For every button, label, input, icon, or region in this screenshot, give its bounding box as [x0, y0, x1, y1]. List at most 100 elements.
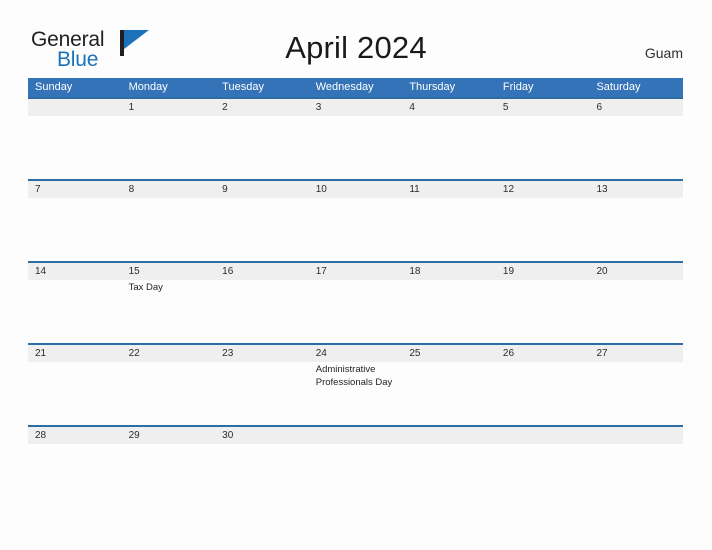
week-date-band: 1 2 3 4 5 6 [28, 99, 683, 116]
day-number[interactable]: 11 [402, 181, 496, 198]
day-number[interactable]: 5 [496, 99, 590, 116]
day-number[interactable] [496, 427, 590, 444]
day-cell[interactable] [309, 198, 403, 261]
day-cell[interactable] [28, 116, 122, 179]
day-number[interactable]: 29 [122, 427, 216, 444]
day-cell[interactable] [215, 116, 309, 179]
day-number[interactable]: 12 [496, 181, 590, 198]
day-cell[interactable] [28, 444, 122, 507]
weekday-header-thursday: Thursday [409, 81, 456, 93]
day-number[interactable]: 4 [402, 99, 496, 116]
day-number[interactable] [28, 99, 122, 116]
day-cell[interactable] [309, 280, 403, 343]
week-date-band: 14 15 16 17 18 19 20 [28, 263, 683, 280]
day-number[interactable]: 25 [402, 345, 496, 362]
calendar-page: General Blue April 2024 Guam Sunday Mond… [0, 0, 712, 550]
day-cell[interactable] [496, 362, 590, 425]
day-number[interactable] [589, 427, 683, 444]
week-event-band: Tax Day [28, 280, 683, 343]
week-row: 28 29 30 [28, 425, 683, 507]
weekday-header-sunday: Sunday [35, 81, 73, 93]
day-number[interactable]: 13 [589, 181, 683, 198]
day-cell[interactable] [215, 280, 309, 343]
week-event-band: Administrative Professionals Day [28, 362, 683, 425]
day-number[interactable]: 26 [496, 345, 590, 362]
weekday-header-saturday: Saturday [596, 81, 641, 93]
day-number[interactable]: 21 [28, 345, 122, 362]
day-number[interactable]: 9 [215, 181, 309, 198]
day-number[interactable]: 16 [215, 263, 309, 280]
day-cell[interactable] [122, 444, 216, 507]
week-event-band [28, 198, 683, 261]
week-event-band [28, 116, 683, 179]
day-cell[interactable] [28, 362, 122, 425]
day-cell[interactable] [122, 116, 216, 179]
day-number[interactable]: 30 [215, 427, 309, 444]
page-title: April 2024 [285, 30, 427, 65]
day-cell[interactable] [28, 280, 122, 343]
page-header: General Blue April 2024 Guam [0, 0, 712, 78]
day-number[interactable]: 19 [496, 263, 590, 280]
day-cell[interactable] [28, 198, 122, 261]
week-row: 7 8 9 10 11 12 13 [28, 179, 683, 261]
day-cell[interactable] [496, 444, 590, 507]
day-cell[interactable] [309, 444, 403, 507]
day-number[interactable]: 14 [28, 263, 122, 280]
week-row: 1 2 3 4 5 6 [28, 97, 683, 179]
day-number[interactable] [402, 427, 496, 444]
day-number[interactable]: 15 [122, 263, 216, 280]
day-number[interactable]: 22 [122, 345, 216, 362]
day-cell[interactable] [589, 116, 683, 179]
day-cell[interactable] [215, 362, 309, 425]
weekday-header-row: Sunday Monday Tuesday Wednesday Thursday… [28, 78, 683, 97]
day-number[interactable]: 3 [309, 99, 403, 116]
day-cell[interactable] [215, 444, 309, 507]
day-number[interactable]: 23 [215, 345, 309, 362]
weekday-header-wednesday: Wednesday [315, 81, 374, 93]
day-number[interactable]: 2 [215, 99, 309, 116]
day-number[interactable]: 28 [28, 427, 122, 444]
day-number[interactable]: 18 [402, 263, 496, 280]
weekday-header-friday: Friday [502, 81, 534, 93]
week-date-band: 28 29 30 [28, 427, 683, 444]
day-cell[interactable] [589, 198, 683, 261]
weekday-header-monday: Monday [128, 81, 168, 93]
calendar-grid: Sunday Monday Tuesday Wednesday Thursday… [28, 78, 683, 507]
week-event-band [28, 444, 683, 507]
day-cell[interactable] [496, 280, 590, 343]
weekday-header-tuesday: Tuesday [222, 81, 264, 93]
day-cell[interactable] [496, 116, 590, 179]
day-number[interactable]: 27 [589, 345, 683, 362]
day-number[interactable]: 24 [309, 345, 403, 362]
day-number[interactable]: 17 [309, 263, 403, 280]
event-label: Administrative Professionals Day [315, 364, 393, 388]
day-number[interactable] [309, 427, 403, 444]
week-row: 14 15 16 17 18 19 20 Tax Day [28, 261, 683, 343]
day-cell[interactable] [589, 444, 683, 507]
day-number[interactable]: 7 [28, 181, 122, 198]
day-number[interactable]: 6 [589, 99, 683, 116]
day-number[interactable]: 10 [309, 181, 403, 198]
day-cell[interactable] [402, 444, 496, 507]
day-number[interactable]: 1 [122, 99, 216, 116]
day-number[interactable]: 20 [589, 263, 683, 280]
day-cell[interactable] [589, 280, 683, 343]
day-cell[interactable] [589, 362, 683, 425]
week-date-band: 7 8 9 10 11 12 13 [28, 181, 683, 198]
day-cell[interactable]: Administrative Professionals Day [309, 362, 403, 425]
day-cell[interactable] [122, 198, 216, 261]
day-cell[interactable] [402, 116, 496, 179]
week-row: 21 22 23 24 25 26 27 Administrative Prof… [28, 343, 683, 425]
day-cell[interactable] [309, 116, 403, 179]
week-date-band: 21 22 23 24 25 26 27 [28, 345, 683, 362]
day-cell[interactable] [402, 198, 496, 261]
day-number[interactable]: 8 [122, 181, 216, 198]
day-cell[interactable] [215, 198, 309, 261]
day-cell[interactable] [402, 362, 496, 425]
day-cell[interactable]: Tax Day [122, 280, 216, 343]
location-label: Guam [644, 45, 683, 61]
event-label: Tax Day [128, 282, 163, 293]
day-cell[interactable] [122, 362, 216, 425]
day-cell[interactable] [496, 198, 590, 261]
day-cell[interactable] [402, 280, 496, 343]
